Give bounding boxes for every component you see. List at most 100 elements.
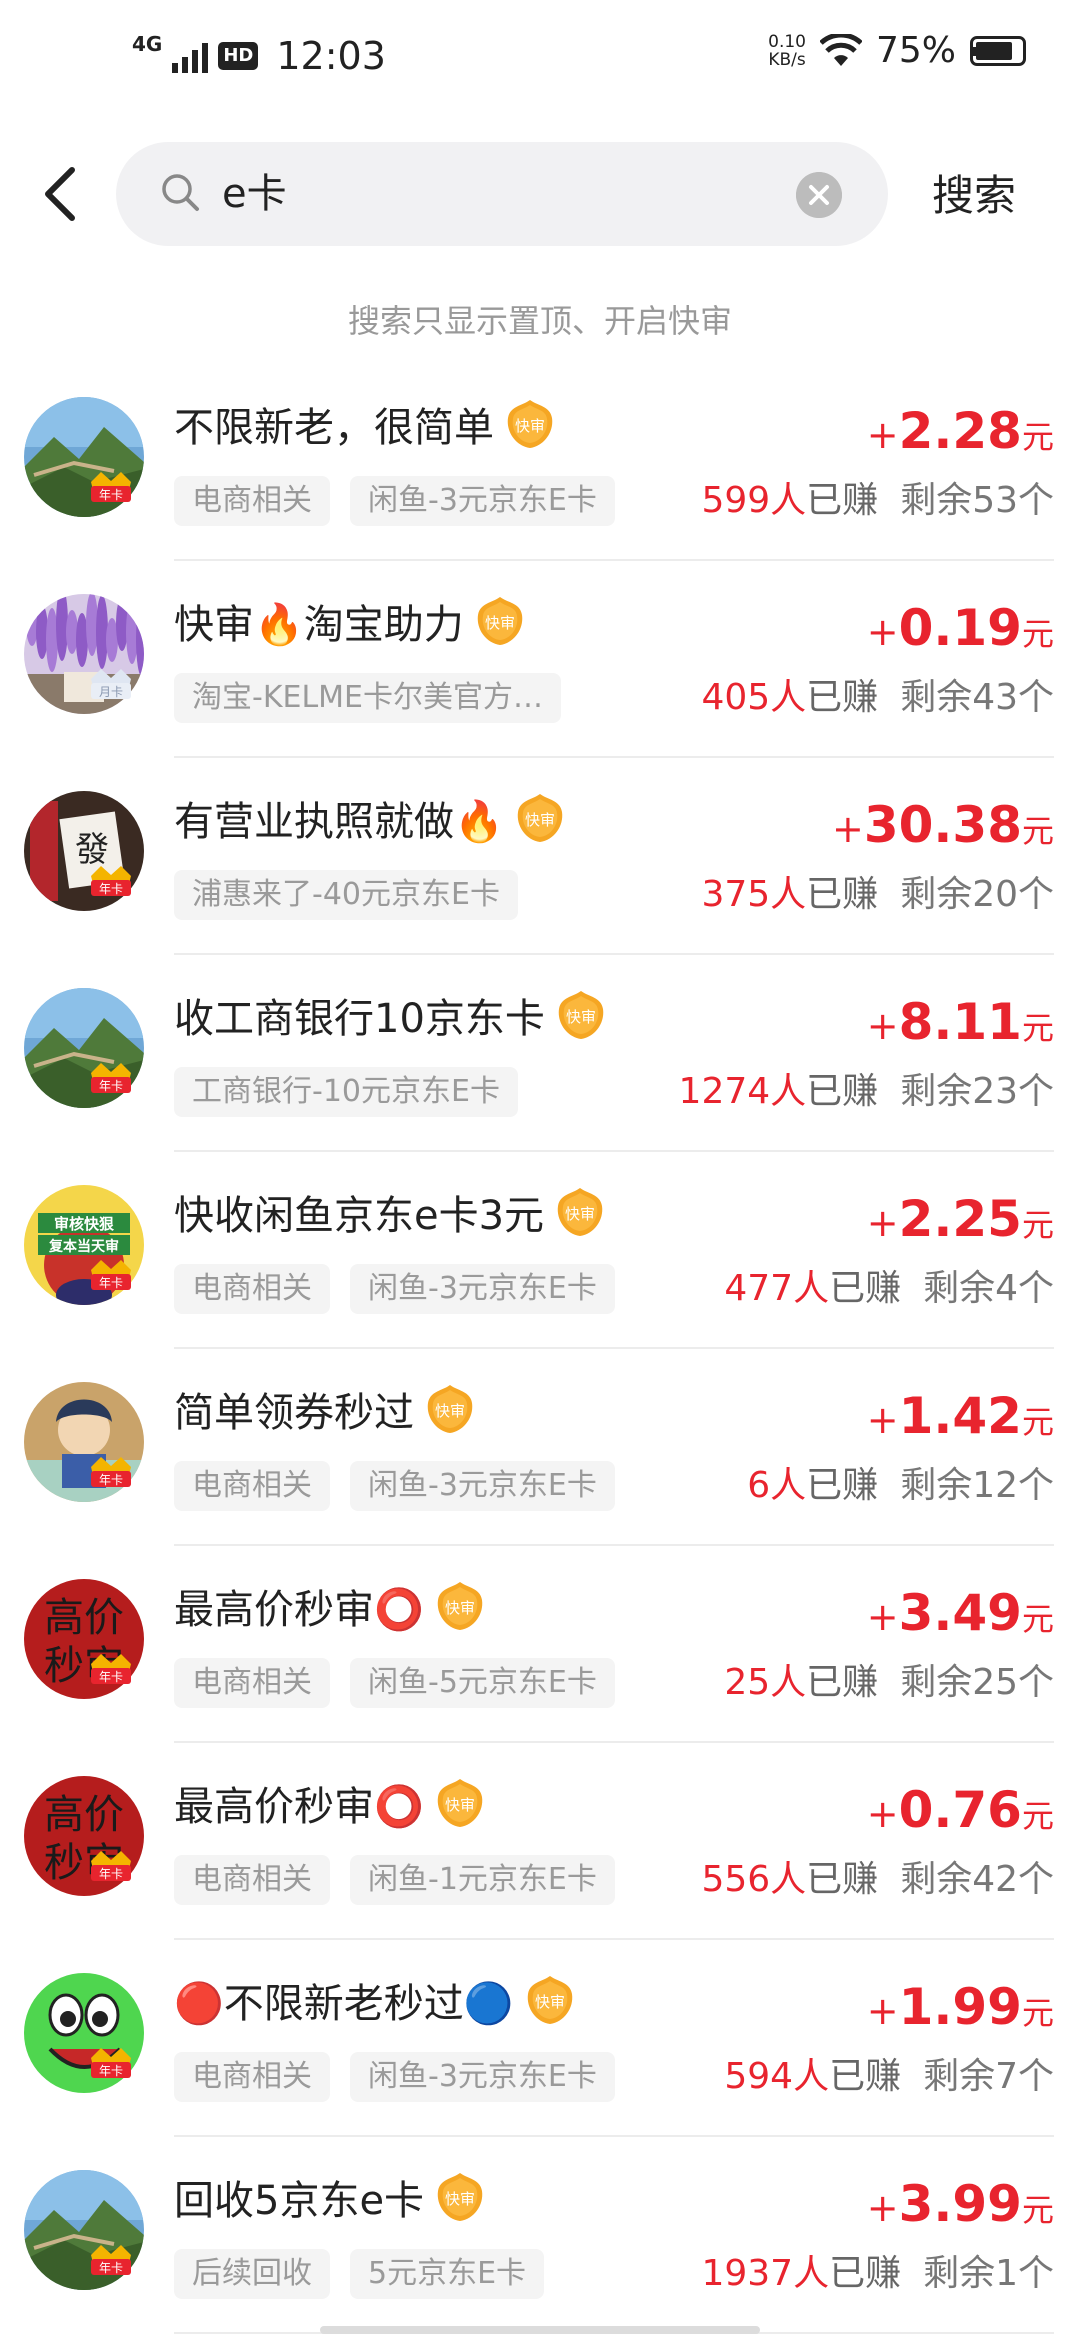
task-stats: 594人已赚 剩余7个 [724, 2052, 1054, 2102]
earned-count: 599人 [701, 480, 807, 521]
price-sign: + [866, 1398, 899, 1442]
list-item[interactable]: 年卡 收工商银行10京东卡 快审 +8.11元 工商银行-10元京东E卡 127… [0, 955, 1080, 1152]
earned-label: 已赚 [829, 2056, 902, 2097]
fast-review-label: 快审 [435, 1402, 465, 1420]
remaining-count: 剩余25个 [900, 1662, 1054, 1703]
list-item[interactable]: 年卡 不限新老，很简单 快审 +2.28元 电商相关 闲鱼-3元京东E卡 599人… [0, 364, 1080, 561]
task-stats: 556人已赚 剩余42个 [701, 1855, 1054, 1905]
search-tip: 搜索只显示置顶、开启快审 [347, 302, 732, 340]
tag-list: 电商相关 闲鱼-3元京东E卡 [174, 1461, 615, 1511]
fast-review-icon: 快审 [517, 794, 563, 842]
tag: 电商相关 [174, 1461, 330, 1511]
search-query[interactable]: e卡 [222, 166, 287, 222]
task-stats: 1937人已赚 剩余1个 [701, 2249, 1054, 2299]
list-item[interactable]: 年卡 简单领券秒过 快审 +1.42元 电商相关 闲鱼-3元京东E卡 6人已赚 剩余… [0, 1349, 1080, 1546]
tag: 电商相关 [174, 1264, 330, 1314]
tag: 闲鱼-3元京东E卡 [350, 476, 615, 526]
title-row: 快审🔥淘宝助力 快审 [174, 593, 526, 649]
fast-review-icon: 快审 [437, 1779, 483, 1827]
remaining-count: 剩余7个 [923, 2056, 1054, 2097]
fast-review-label: 快审 [535, 1993, 565, 2011]
earned-label: 已赚 [806, 1071, 879, 1112]
svg-text:审核快狠: 审核快狠 [54, 1215, 115, 1233]
price-unit: 元 [1021, 1994, 1054, 2032]
task-title: 快审🔥淘宝助力 [174, 602, 464, 648]
tag-list: 电商相关 闲鱼-3元京东E卡 [174, 476, 615, 526]
wifi-icon [819, 33, 862, 66]
speed-unit: KB/s [768, 49, 806, 70]
clear-icon[interactable] [796, 172, 842, 218]
earned-label: 已赚 [806, 1859, 879, 1900]
price-sign: + [866, 1201, 899, 1245]
price-value: 0.76 [898, 1781, 1022, 1839]
earned-count: 6人 [747, 1465, 807, 1506]
earned-count: 1274人 [678, 1071, 807, 1112]
fast-review-label: 快审 [445, 2190, 475, 2208]
list-item[interactable]: 高价 秒审 年卡 最高价秒审⭕ 快审 +0.76元 电商相关 闲鱼-1元京东E卡 … [0, 1743, 1080, 1940]
tag: 后续回收 [174, 2249, 330, 2299]
title-row: 不限新老，很简单 快审 [174, 396, 556, 452]
fast-review-icon: 快审 [527, 1976, 572, 2024]
remaining-count: 剩余12个 [900, 1465, 1054, 1506]
fast-review-label: 快审 [445, 1796, 475, 1814]
svg-text:年卡: 年卡 [99, 1867, 123, 1881]
price-unit: 元 [1021, 1797, 1054, 1835]
clock: 12:03 [276, 34, 386, 78]
svg-text:年卡: 年卡 [99, 1670, 123, 1684]
earned-label: 已赚 [806, 480, 879, 521]
earned-count: 405人 [701, 677, 807, 718]
list-item[interactable]: 高价 秒审 年卡 最高价秒审⭕ 快审 +3.49元 电商相关 闲鱼-5元京东E卡 … [0, 1546, 1080, 1743]
list-item[interactable]: 年卡 回收5京东e卡 快审 +3.99元 后续回收 5元京东E卡 1937人已赚剩… [0, 2137, 1080, 2334]
search-input[interactable]: e卡 [116, 142, 888, 246]
earned-label: 已赚 [806, 1662, 879, 1703]
list-item[interactable]: 發 年卡 有营业执照就做🔥 快审 +30.38元 浦惠来了-40元京东E卡 37… [0, 758, 1080, 955]
fast-review-label: 快审 [565, 1205, 595, 1223]
reward-price: +0.76元 [867, 1781, 1054, 1839]
earned-label: 已赚 [829, 2253, 902, 2294]
list-item[interactable]: 月卡 快审🔥淘宝助力 快审 +0.19元 淘宝-KELME卡尔美官方… 405人… [0, 561, 1080, 758]
earned-count: 477人 [724, 1268, 830, 1309]
price-unit: 元 [1021, 418, 1054, 456]
price-value: 3.49 [898, 1584, 1022, 1642]
task-title: 最高价秒审⭕ [174, 1784, 424, 1830]
task-stats: 375人已赚 剩余20个 [701, 870, 1054, 920]
back-arrow-icon[interactable] [38, 164, 82, 224]
price-value: 30.38 [863, 796, 1022, 854]
reward-price: +1.99元 [867, 1978, 1054, 2036]
list-item[interactable]: 年卡 🔴不限新老秒过🔵 快审 +1.99元 电商相关 闲鱼-3元京东E卡 594人… [0, 1940, 1080, 2137]
tag: 电商相关 [174, 1855, 330, 1905]
status-right: 0.10 KB/s 75% [768, 30, 1026, 71]
title-row: 最高价秒审⭕ 快审 [174, 1578, 486, 1634]
task-title: 快收闲鱼京东e卡3元 [174, 1193, 545, 1239]
price-unit: 元 [1021, 615, 1054, 653]
task-stats: 599人已赚 剩余53个 [701, 476, 1054, 526]
status-left: 4G HD 12:03 [132, 34, 386, 78]
membership-crown-icon: 月卡 [91, 669, 131, 699]
hd-icon: HD [218, 42, 259, 70]
membership-crown-icon: 年卡 [91, 1654, 131, 1684]
task-title: 收工商银行10京东卡 [174, 996, 545, 1042]
earned-count: 25人 [724, 1662, 807, 1703]
title-row: 有营业执照就做🔥 快审 [174, 790, 566, 846]
fast-review-icon: 快审 [507, 400, 553, 448]
task-stats: 1274人已赚 剩余23个 [679, 1067, 1054, 1117]
price-unit: 元 [1021, 1009, 1054, 1047]
price-unit: 元 [1021, 1403, 1054, 1441]
price-unit: 元 [1021, 1206, 1054, 1244]
svg-text:复本当天审: 复本当天审 [48, 1238, 119, 1255]
tag-list: 电商相关 闲鱼-5元京东E卡 [174, 1658, 615, 1708]
tag: 电商相关 [174, 476, 330, 526]
earned-label: 已赚 [806, 1465, 879, 1506]
remaining-count: 剩余1个 [923, 2253, 1054, 2294]
earned-count: 1937人 [701, 2253, 830, 2294]
tag-list: 电商相关 闲鱼-1元京东E卡 [174, 1855, 615, 1905]
membership-crown-icon: 年卡 [91, 1851, 131, 1881]
tag-list: 工商银行-10元京东E卡 [174, 1067, 518, 1117]
fast-review-icon: 快审 [427, 1385, 473, 1433]
search-button[interactable]: 搜索 [932, 168, 1016, 224]
list-item[interactable]: 审核快狠 复本当天审 年卡 快收闲鱼京东e卡3元 快审 +2.25元 电商相关闲… [0, 1152, 1080, 1349]
tag: 闲鱼-3元京东E卡 [350, 1461, 615, 1511]
remaining-count: 剩余4个 [923, 1268, 1054, 1309]
membership-crown-icon: 年卡 [91, 2245, 131, 2275]
svg-text:年卡: 年卡 [99, 488, 123, 502]
